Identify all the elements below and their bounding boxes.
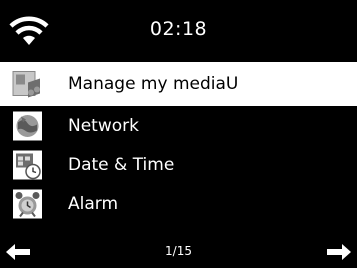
bottom-navigation: 1/15	[0, 236, 357, 268]
status-bar: 02:18	[0, 0, 357, 62]
menu-item-alarm[interactable]: Alarm	[0, 184, 357, 223]
menu-item-network[interactable]: Network	[0, 106, 357, 145]
menu-item-date-time[interactable]: Date & Time	[0, 145, 357, 184]
alarm-icon	[13, 189, 42, 218]
arrow-right-icon[interactable]	[325, 242, 353, 262]
calendar-clock-icon	[13, 150, 42, 179]
clock: 02:18	[149, 18, 208, 40]
media-icon	[12, 71, 40, 98]
network-globe-icon	[13, 111, 42, 140]
menu-item-label: Alarm	[68, 193, 119, 214]
menu-item-label: Manage my mediaU	[68, 74, 239, 94]
menu-item-manage-my-mediau[interactable]: Manage my mediaU	[0, 62, 357, 106]
page-indicator: 1/15	[165, 244, 192, 258]
menu-item-label: Network	[68, 115, 139, 136]
menu-item-label: Date & Time	[68, 154, 175, 175]
main-menu: Manage my mediaU Network Date & Time Ala…	[0, 62, 357, 223]
